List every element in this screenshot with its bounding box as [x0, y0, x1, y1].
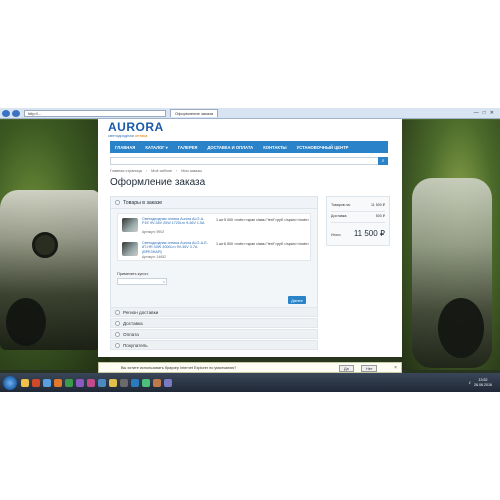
system-tray: ♪ 13:52 26.06.2016 — [469, 378, 500, 387]
jeep-headlamp — [32, 232, 58, 258]
breadcrumb-account[interactable]: Моё избное — [151, 169, 172, 173]
app-icon[interactable] — [98, 378, 106, 387]
jeep-right-tire — [438, 298, 484, 358]
product-qty: 1 шт — [216, 218, 224, 222]
breadcrumb-orders: Мои заказы — [181, 169, 202, 173]
ie-icon[interactable] — [43, 378, 51, 387]
section-circle-icon — [115, 200, 120, 205]
close-icon[interactable]: ✕ — [490, 110, 494, 116]
app-icon[interactable] — [76, 378, 84, 387]
app-icon[interactable] — [142, 378, 150, 387]
app-icon[interactable] — [153, 378, 161, 387]
main-nav: ГЛАВНАЯ КАТАЛОГ ▾ ГАЛЕРЕЯ ДОСТАВКА И ОПЛ… — [110, 141, 388, 153]
address-bar[interactable]: http://... — [24, 109, 166, 117]
coupon-input[interactable]: × — [117, 278, 167, 285]
product-price: 6 500 <nobr><span class="text">руб.</spa… — [224, 242, 310, 246]
notification-bar: Вы хотите использовать браузер Internet … — [98, 362, 402, 373]
next-button[interactable]: Далее — [288, 296, 306, 304]
site-logo[interactable]: AURORA — [108, 121, 392, 133]
step-region[interactable]: Регион доставки — [110, 307, 318, 317]
app-icon[interactable] — [164, 378, 172, 387]
folder-icon[interactable] — [21, 378, 29, 387]
page-title: Оформление заказа — [110, 177, 206, 188]
nav-item-gallery[interactable]: ГАЛЕРЕЯ — [173, 145, 203, 150]
product-price: 5 000 <nobr><span class="text">руб.</spa… — [224, 218, 310, 222]
close-icon[interactable]: × — [394, 365, 397, 371]
step-circle-icon — [115, 320, 120, 326]
app-icon[interactable] — [87, 378, 95, 387]
wallpaper-jeep — [0, 190, 100, 350]
yes-button[interactable]: Да — [339, 365, 354, 372]
browser-tab[interactable]: Оформление заказа — [170, 109, 219, 117]
start-button[interactable] — [3, 375, 17, 390]
app-icon[interactable] — [131, 378, 139, 387]
browser-toolbar: http://... Оформление заказа — □ ✕ — [0, 108, 500, 119]
step-delivery[interactable]: Доставка — [110, 318, 318, 328]
product-qty: 1 шт — [216, 242, 224, 246]
app-icon[interactable] — [65, 378, 73, 387]
app-icon[interactable] — [32, 378, 40, 387]
product-article: Артикул: 5902 — [142, 230, 165, 234]
order-summary: Товаров на: 11 500 ₽ Доставка: 500 ₽ Итого… — [326, 196, 390, 246]
nav-item-delivery[interactable]: ДОСТАВКА И ОПЛАТА — [202, 145, 258, 150]
volume-icon[interactable]: ♪ — [469, 380, 472, 386]
breadcrumb: Главная страница › Моё избное › Мои зака… — [110, 169, 202, 173]
step-buyer[interactable]: Покупатель — [110, 340, 318, 350]
forward-icon[interactable] — [12, 109, 20, 117]
web-page: AURORA светодиодная оптика ГЛАВНАЯ КАТАЛ… — [98, 119, 402, 357]
product-image[interactable] — [122, 242, 138, 256]
minimize-icon[interactable]: — — [474, 110, 479, 116]
order-items-list: Светодиодная оптика Aurora ALO-A-P1E 9V-… — [117, 213, 311, 261]
step-circle-icon — [115, 309, 120, 315]
summary-delivery: Доставка: 500 ₽ — [331, 214, 385, 218]
search-icon[interactable]: ⌕ — [378, 157, 388, 165]
site-header: AURORA светодиодная оптика — [98, 119, 402, 141]
breadcrumb-home[interactable]: Главная страница — [110, 169, 142, 173]
jeep-tire — [6, 298, 46, 346]
list-item: Светодиодная оптика Aurora ALO-A-E-8T-HR… — [120, 239, 310, 261]
back-icon[interactable] — [2, 109, 10, 117]
app-icon[interactable] — [120, 378, 128, 387]
window-controls: — □ ✕ — [474, 110, 500, 116]
nav-item-home[interactable]: ГЛАВНАЯ — [110, 145, 140, 150]
clear-icon[interactable]: × — [163, 279, 165, 284]
taskbar: ♪ 13:52 26.06.2016 — [0, 373, 500, 392]
search-input[interactable]: ⌕ — [110, 157, 388, 165]
product-name-link[interactable]: Светодиодная оптика Aurora ALO-A-E-8T-HR… — [142, 241, 210, 254]
notification-text: Вы хотите использовать браузер Internet … — [121, 365, 237, 370]
step-circle-icon — [115, 342, 120, 348]
summary-total-value: 11 500 ₽ — [353, 229, 385, 238]
product-image[interactable] — [122, 218, 138, 232]
wallpaper-jeep-right — [412, 178, 492, 368]
product-article: Артикул: 14652 — [142, 255, 166, 259]
summary-total-label: Итого: — [331, 233, 342, 237]
summary-goods: Товаров на: 11 500 ₽ — [331, 203, 385, 207]
app-icon[interactable] — [109, 378, 117, 387]
nav-item-catalog[interactable]: КАТАЛОГ ▾ — [140, 145, 173, 150]
step-circle-icon — [115, 331, 120, 337]
step-payment[interactable]: Оплата — [110, 329, 318, 339]
maximize-icon[interactable]: □ — [483, 110, 486, 116]
nav-item-install[interactable]: УСТАНОВОЧНЫЙ ЦЕНТР — [292, 145, 354, 150]
coupon-label: Применить купон: — [117, 272, 149, 276]
firefox-icon[interactable] — [54, 378, 62, 387]
order-items-header[interactable]: Товары в заказе — [111, 197, 317, 209]
nav-item-contacts[interactable]: КОНТАКТЫ — [258, 145, 291, 150]
clock[interactable]: 13:52 26.06.2016 — [474, 378, 492, 387]
product-name-link[interactable]: Светодиодная оптика Aurora ALO-A-P1E 9V-… — [142, 217, 210, 226]
no-button[interactable]: Нет — [361, 365, 378, 372]
taskbar-icons — [21, 378, 172, 387]
order-items-panel: Товары в заказе Светодиодная оптика Auro… — [110, 196, 318, 311]
list-item: Светодиодная оптика Aurora ALO-A-P1E 9V-… — [120, 215, 310, 237]
